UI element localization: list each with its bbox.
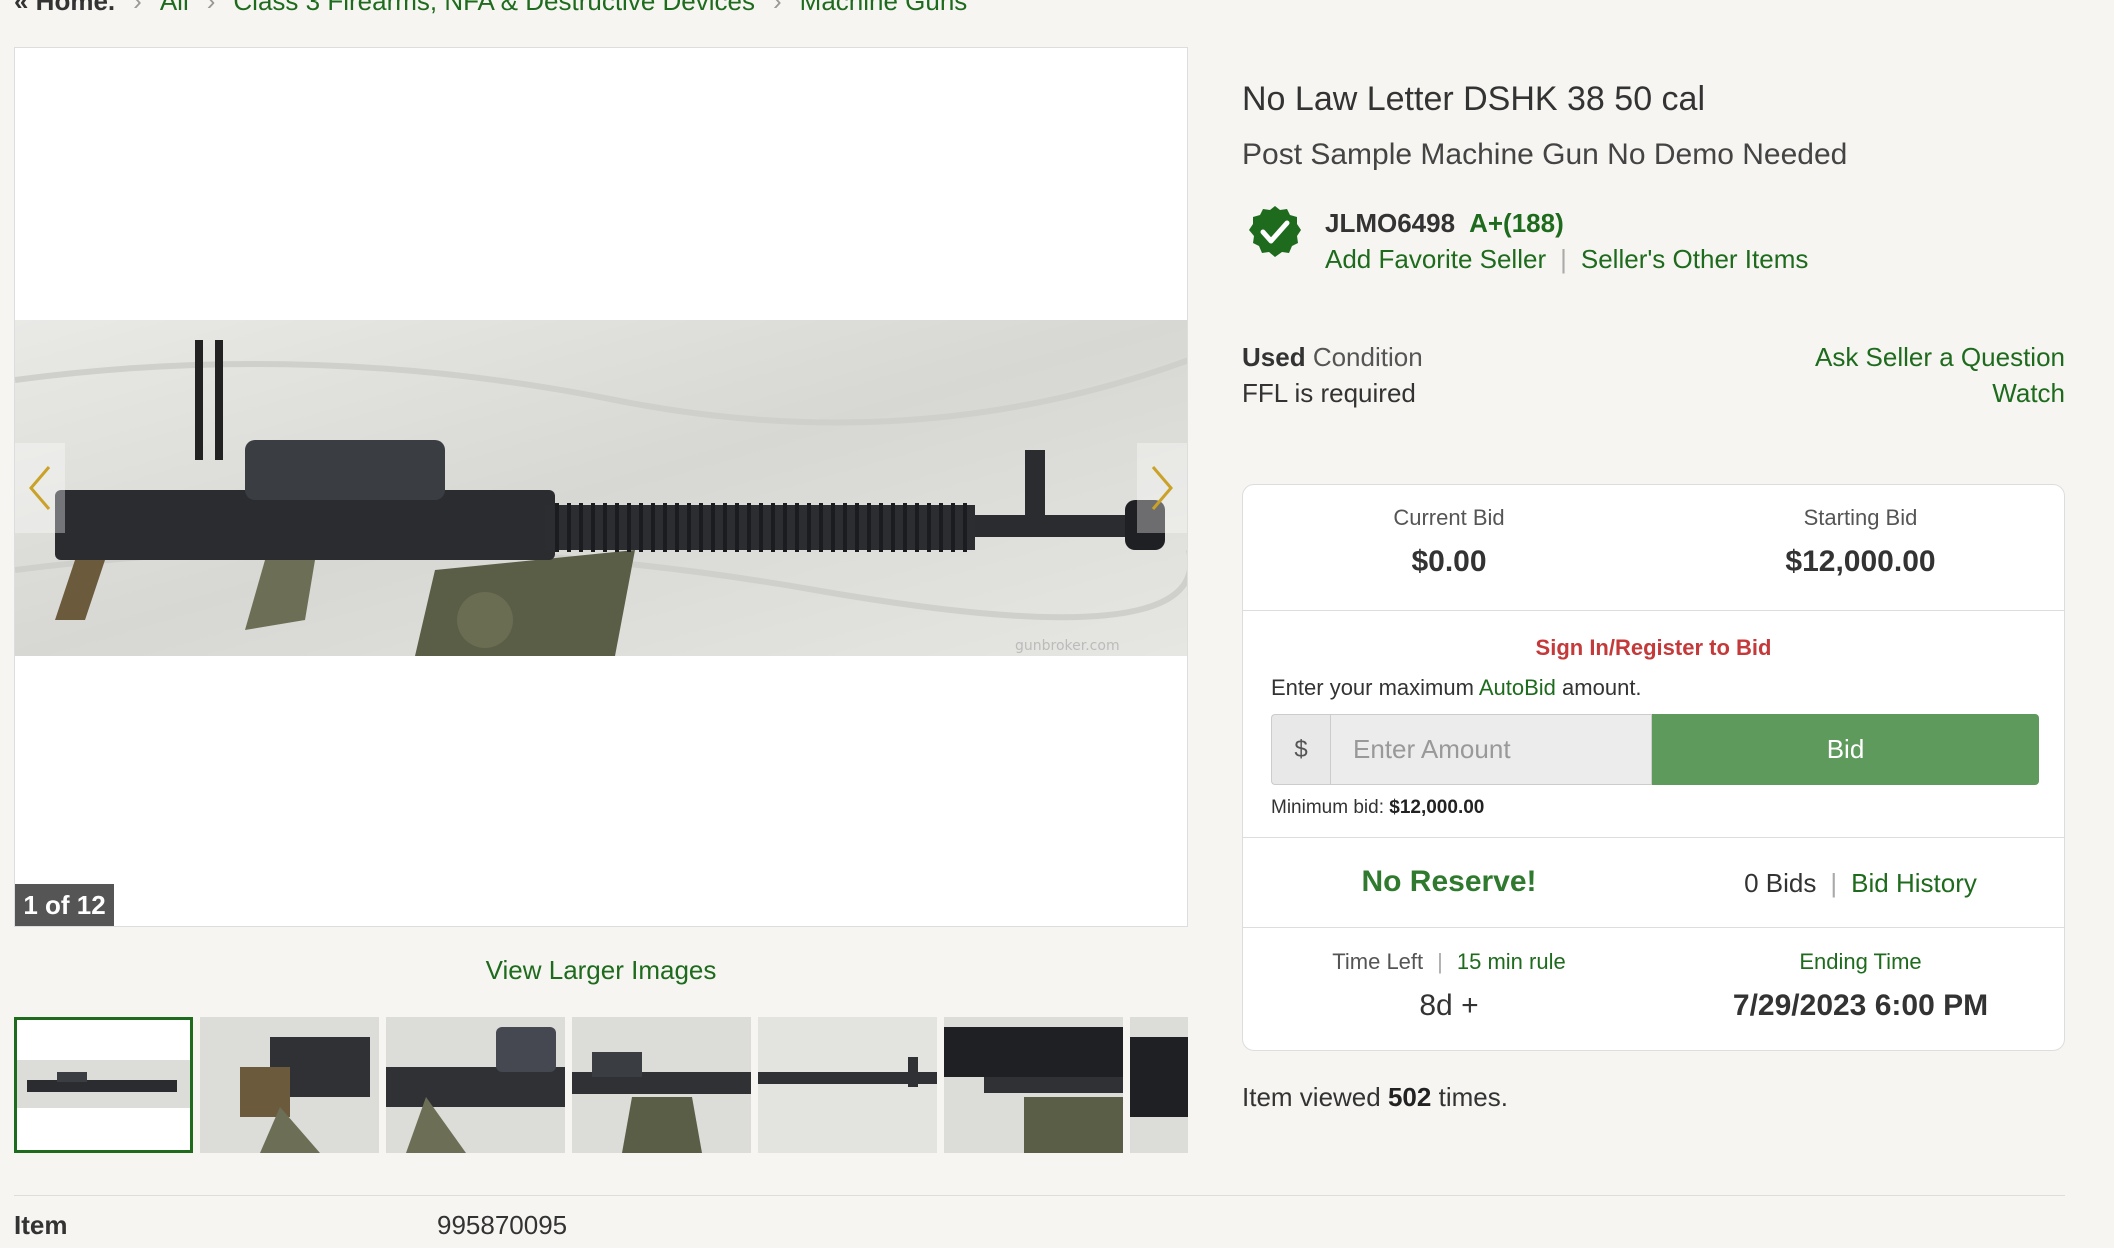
time-left-cell: Time Left | 15 min rule 8d + xyxy=(1243,949,1655,1023)
starting-bid-value: $12,000.00 xyxy=(1785,545,1936,578)
divider: | xyxy=(1560,244,1567,274)
breadcrumb-item-class3[interactable]: Class 3 Firearms, NFA & Destructive Devi… xyxy=(233,0,755,16)
thumbnail-strip xyxy=(14,1017,1188,1153)
breadcrumb: « Home. › All › Class 3 Firearms, NFA & Dest… xyxy=(14,0,967,17)
condition-label: Condition xyxy=(1312,342,1423,372)
item-number-label: Item xyxy=(14,1210,68,1240)
thumbnail-2[interactable] xyxy=(200,1017,379,1153)
viewed-count: 502 xyxy=(1387,1082,1432,1112)
current-bid-cell: Current Bid $0.00 xyxy=(1243,505,1655,579)
ending-time-value: 7/29/2023 6:00 PM xyxy=(1732,989,1989,1022)
item-condition: Used Condition xyxy=(1242,342,1423,373)
autobid-prefix: Enter your maximum xyxy=(1271,675,1474,700)
time-left-header: Time Left | 15 min rule xyxy=(1243,949,1655,975)
condition-value: Used xyxy=(1242,342,1306,372)
current-bid-label: Current Bid xyxy=(1393,505,1505,530)
seller-username-link[interactable]: JLMO6498 xyxy=(1325,208,1455,238)
bid-history-link[interactable]: Bid History xyxy=(1851,868,1977,898)
add-favorite-seller-link[interactable]: Add Favorite Seller xyxy=(1325,244,1546,274)
divider: | xyxy=(1437,949,1443,974)
thumbnail-image xyxy=(758,1017,937,1153)
image-watermark: gunbroker.com xyxy=(1015,638,1120,654)
thumbnail-image xyxy=(944,1017,1123,1153)
seller-name: JLMO6498 A+(188) xyxy=(1325,208,1564,239)
watch-link[interactable]: Watch xyxy=(1992,378,2065,409)
divider: | xyxy=(1830,868,1838,898)
previous-image-button[interactable] xyxy=(15,443,65,533)
fifteen-min-rule-link[interactable]: 15 min rule xyxy=(1457,949,1566,974)
autobid-link[interactable]: AutoBid xyxy=(1479,675,1556,700)
viewed-suffix: times. xyxy=(1438,1082,1508,1112)
autobid-instructions: Enter your maximum AutoBid amount. xyxy=(1271,675,1642,701)
thumbnail-5[interactable] xyxy=(758,1017,937,1153)
bid-input-group: $ Bid xyxy=(1271,714,2039,785)
bids-info: 0 Bids | Bid History xyxy=(1655,868,2066,899)
starting-bid-label: Starting Bid xyxy=(1803,505,1918,530)
chevron-right-icon xyxy=(1151,466,1173,510)
seller-links: Add Favorite Seller | Seller's Other Items xyxy=(1325,244,1808,275)
minimum-bid-value: $12,000.00 xyxy=(1389,797,1485,818)
time-left-label: Time Left xyxy=(1332,949,1424,974)
item-number-value: 995870095 xyxy=(437,1210,568,1240)
view-larger-images-link[interactable]: View Larger Images xyxy=(0,955,1202,986)
time-left-value: 8d + xyxy=(1419,989,1479,1022)
main-product-image[interactable]: gunbroker.com xyxy=(15,320,1187,656)
bid-button[interactable]: Bid xyxy=(1652,714,2039,785)
thumbnail-6[interactable] xyxy=(944,1017,1123,1153)
starting-bid-cell: Starting Bid $12,000.00 xyxy=(1655,505,2066,579)
autobid-suffix: amount. xyxy=(1562,675,1642,700)
breadcrumb-item-machine-guns[interactable]: Machine Guns xyxy=(800,0,968,16)
thumbnail-image xyxy=(200,1017,379,1153)
breadcrumb-home[interactable]: « Home. xyxy=(14,0,115,16)
ending-time-label: Ending Time xyxy=(1799,949,1922,974)
image-gallery: gunbroker.com 1 of 12 xyxy=(14,47,1188,927)
thumbnail-image xyxy=(386,1017,565,1153)
seller-rating[interactable]: A+(188) xyxy=(1469,208,1564,238)
verified-seller-icon xyxy=(1247,204,1303,260)
no-reserve-label: No Reserve! xyxy=(1361,865,1537,898)
view-count: Item viewed 502 times. xyxy=(1242,1082,1508,1113)
machine-gun-image: gunbroker.com xyxy=(15,320,1187,656)
divider xyxy=(1243,610,2064,611)
divider xyxy=(1243,927,2064,928)
thumbnail-3[interactable] xyxy=(386,1017,565,1153)
divider xyxy=(1243,837,2064,838)
thumbnail-7[interactable] xyxy=(1130,1017,1188,1153)
thumbnail-1[interactable] xyxy=(14,1017,193,1153)
bid-panel: Current Bid $0.00 Starting Bid $12,000.0… xyxy=(1242,484,2065,1051)
breadcrumb-item-all[interactable]: All xyxy=(160,0,189,16)
thumbnail-image xyxy=(17,1020,190,1150)
seller-other-items-link[interactable]: Seller's Other Items xyxy=(1581,244,1808,274)
ending-time-cell: Ending Time 7/29/2023 6:00 PM xyxy=(1655,949,2066,1023)
thumbnail-image xyxy=(572,1017,751,1153)
ffl-requirement: FFL is required xyxy=(1242,378,1416,408)
current-bid-value: $0.00 xyxy=(1411,545,1487,578)
thumbnail-4[interactable] xyxy=(572,1017,751,1153)
listing-subtitle: Post Sample Machine Gun No Demo Needed xyxy=(1242,138,1848,171)
next-image-button[interactable] xyxy=(1137,443,1187,533)
ask-seller-question-link[interactable]: Ask Seller a Question xyxy=(1815,342,2065,373)
minimum-bid-label: Minimum bid: xyxy=(1271,797,1384,818)
thumbnail-image xyxy=(1130,1017,1188,1153)
viewed-prefix: Item viewed xyxy=(1242,1082,1381,1112)
bids-count: 0 Bids xyxy=(1744,868,1817,898)
sign-in-register-link[interactable]: Sign In/Register to Bid xyxy=(1243,635,2064,661)
image-counter: 1 of 12 xyxy=(15,884,114,926)
divider xyxy=(14,1195,2065,1196)
minimum-bid: Minimum bid: $12,000.00 xyxy=(1271,797,1484,819)
chevron-left-icon xyxy=(29,466,51,510)
bid-amount-input[interactable] xyxy=(1330,714,1652,785)
currency-prefix: $ xyxy=(1271,714,1330,785)
listing-title: No Law Letter DSHK 38 50 cal xyxy=(1242,80,1706,118)
